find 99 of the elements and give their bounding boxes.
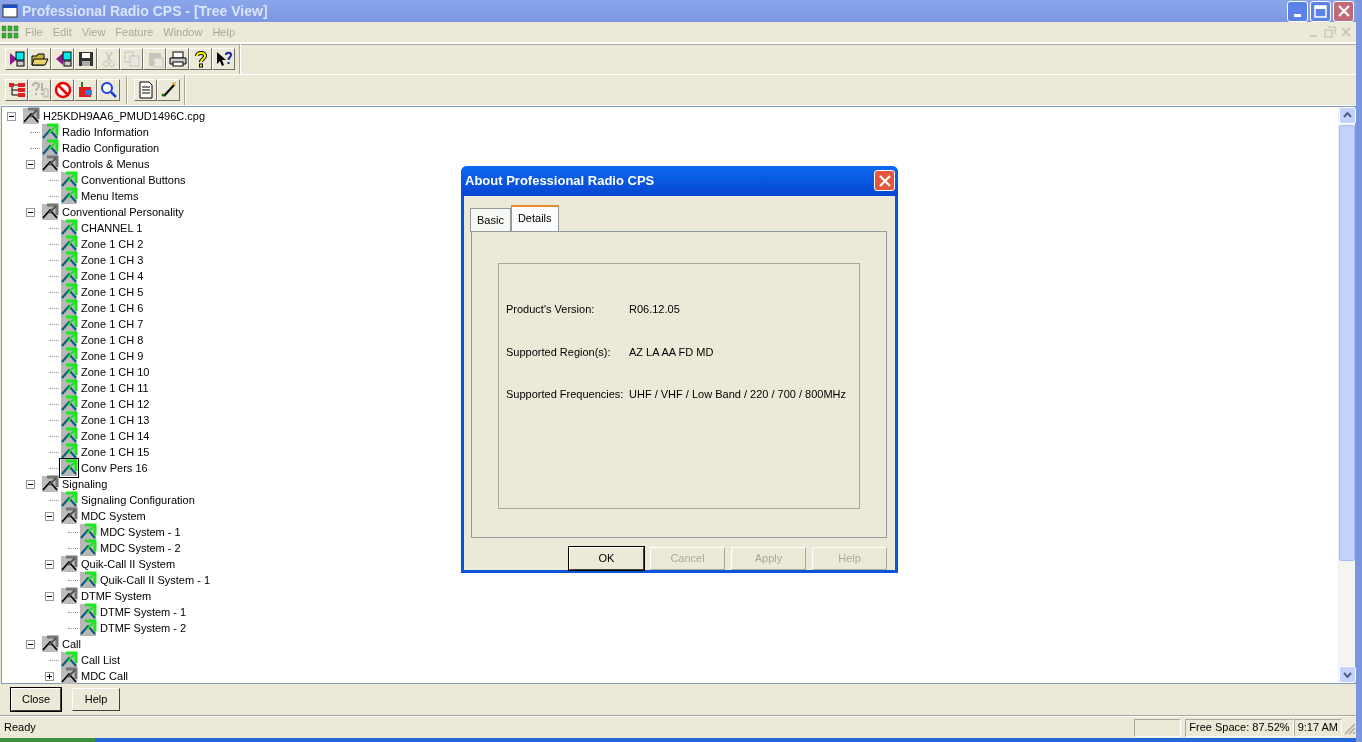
scroll-down-icon[interactable] bbox=[1339, 666, 1356, 683]
toolbar-button[interactable] bbox=[51, 48, 74, 70]
dialog-button[interactable]: Help bbox=[72, 688, 120, 711]
tree-item[interactable]: Quik-Call II System - 1 bbox=[97, 571, 214, 589]
tree-item[interactable]: MDC System - 1 bbox=[97, 523, 184, 541]
tree-item[interactable]: Zone 1 CH 11 bbox=[78, 379, 152, 397]
tree-item[interactable]: Zone 1 CH 4 bbox=[78, 267, 147, 285]
tree-item[interactable]: DTMF System - 2 bbox=[97, 619, 190, 637]
tree-item[interactable]: MDC Call bbox=[78, 667, 132, 685]
minimize-button[interactable] bbox=[1287, 0, 1308, 22]
tree-item[interactable]: CHANNEL 1 bbox=[78, 219, 146, 237]
expander-icon[interactable] bbox=[45, 591, 54, 601]
toolbar-button[interactable] bbox=[28, 48, 51, 70]
expander-icon[interactable] bbox=[26, 207, 35, 217]
field-label: Supported Region(s): bbox=[506, 344, 612, 360]
toolbar-button[interactable] bbox=[166, 48, 189, 70]
tree-item[interactable]: MDC System bbox=[78, 507, 149, 525]
close-button[interactable] bbox=[1333, 0, 1354, 22]
maximize-button[interactable] bbox=[1310, 0, 1331, 22]
tree-item[interactable]: Signaling Configuration bbox=[78, 491, 198, 509]
status-message: Ready bbox=[3, 720, 37, 736]
tree-item[interactable]: Quik-Call II System bbox=[78, 555, 179, 573]
pointer-question-icon bbox=[214, 50, 233, 68]
field-label: Supported Frequencies: bbox=[506, 387, 625, 403]
free-space-status: Free Space: 87.52% bbox=[1185, 718, 1294, 737]
dialog-button[interactable]: OK bbox=[569, 547, 644, 570]
tree-item[interactable]: Zone 1 CH 2 bbox=[78, 235, 147, 253]
tree-item[interactable]: MDC System - 2 bbox=[97, 539, 184, 557]
search-icon bbox=[99, 81, 118, 99]
close-icon bbox=[878, 174, 891, 187]
tree-item[interactable]: Controls & Menus bbox=[59, 155, 153, 173]
expander-icon[interactable] bbox=[45, 559, 54, 569]
expander-icon[interactable] bbox=[26, 159, 35, 169]
tree-item[interactable]: Zone 1 CH 3 bbox=[78, 251, 147, 269]
expander-icon[interactable] bbox=[45, 671, 54, 681]
field-value: R06.12.05 bbox=[629, 302, 680, 318]
tree-item[interactable]: Zone 1 CH 15 bbox=[78, 443, 153, 461]
scroll-up-icon[interactable] bbox=[1339, 107, 1356, 124]
field-value: AZ LA AA FD MD bbox=[629, 344, 714, 360]
toolbar-button[interactable] bbox=[157, 79, 180, 101]
tree-item[interactable]: Zone 1 CH 6 bbox=[78, 299, 147, 317]
vertical-scrollbar[interactable] bbox=[1338, 107, 1355, 683]
tree-icon bbox=[7, 81, 26, 99]
minimize-icon bbox=[1294, 13, 1301, 17]
tree-item[interactable]: Conv Pers 16 bbox=[78, 459, 151, 477]
app-menu-icon bbox=[0, 24, 20, 40]
document-icon bbox=[136, 81, 155, 99]
toolbar-button[interactable] bbox=[97, 79, 120, 101]
dialog-title: About Professional Radio CPS bbox=[465, 172, 655, 191]
maximize-icon bbox=[1314, 4, 1327, 18]
open-folder-icon bbox=[30, 50, 49, 68]
tree-item[interactable]: Radio Information bbox=[59, 123, 152, 141]
save-icon bbox=[76, 50, 95, 68]
expander-icon[interactable] bbox=[26, 639, 35, 649]
tree-item[interactable]: DTMF System - 1 bbox=[97, 603, 190, 621]
copy-icon bbox=[122, 50, 141, 68]
tree-item[interactable]: H25KDH9AA6_PMUD1496C.cpg bbox=[40, 107, 209, 125]
printer-icon bbox=[168, 50, 187, 68]
tree-item[interactable]: Zone 1 CH 14 bbox=[78, 427, 153, 445]
tree-item[interactable]: Zone 1 CH 5 bbox=[78, 283, 147, 301]
app-window-icon bbox=[2, 3, 18, 19]
tree-item[interactable]: Conventional Personality bbox=[59, 203, 187, 221]
tree-item[interactable]: Radio Configuration bbox=[59, 139, 163, 157]
tree-item[interactable]: Zone 1 CH 7 bbox=[78, 315, 147, 333]
close-icon bbox=[1337, 5, 1350, 17]
tree-item[interactable]: Signaling bbox=[59, 475, 111, 493]
radio-warning-icon bbox=[30, 81, 49, 99]
toolbar-button[interactable] bbox=[5, 48, 28, 70]
scroll-thumb[interactable] bbox=[1339, 125, 1355, 561]
dialog-button[interactable]: Close bbox=[11, 688, 61, 711]
clock-status: 9:17 AM bbox=[1293, 718, 1342, 737]
prohibited-icon bbox=[53, 81, 72, 99]
expander-icon[interactable] bbox=[26, 479, 35, 489]
tree-item[interactable]: Zone 1 CH 13 bbox=[78, 411, 153, 429]
dialog-close-button[interactable] bbox=[874, 170, 895, 192]
tree-item[interactable]: Call bbox=[59, 635, 84, 653]
dialog-tab[interactable]: Basic bbox=[470, 207, 511, 233]
field-value: UHF / VHF / Low Band / 220 / 700 / 800MHz bbox=[629, 387, 847, 403]
field-label: Product's Version: bbox=[506, 302, 596, 318]
resize-grip-icon[interactable] bbox=[1342, 720, 1356, 735]
dialog-tab[interactable]: Details bbox=[510, 204, 559, 233]
tree-item[interactable]: Menu Items bbox=[78, 187, 142, 205]
toolbar-button[interactable] bbox=[212, 48, 235, 70]
toolbar-button[interactable] bbox=[189, 48, 212, 70]
tree-item[interactable]: Call List bbox=[78, 651, 124, 669]
status-panel bbox=[1134, 718, 1182, 737]
toolbar-button[interactable] bbox=[74, 48, 97, 70]
magic-wand-icon bbox=[159, 81, 178, 99]
expander-icon[interactable] bbox=[7, 111, 16, 121]
expander-icon[interactable] bbox=[45, 511, 54, 521]
tree-item[interactable]: Zone 1 CH 9 bbox=[78, 347, 147, 365]
folder-import-icon bbox=[76, 81, 95, 99]
window-title: Professional Radio CPS - [Tree View] bbox=[22, 1, 269, 21]
tree-item[interactable]: Conventional Buttons bbox=[78, 171, 189, 189]
tree-item[interactable]: Zone 1 CH 10 bbox=[78, 363, 153, 381]
write-to-radio-icon bbox=[7, 50, 26, 68]
tree-item[interactable]: Zone 1 CH 8 bbox=[78, 331, 147, 349]
tree-item[interactable]: DTMF System bbox=[78, 587, 155, 605]
tree-item[interactable]: Zone 1 CH 12 bbox=[78, 395, 153, 413]
